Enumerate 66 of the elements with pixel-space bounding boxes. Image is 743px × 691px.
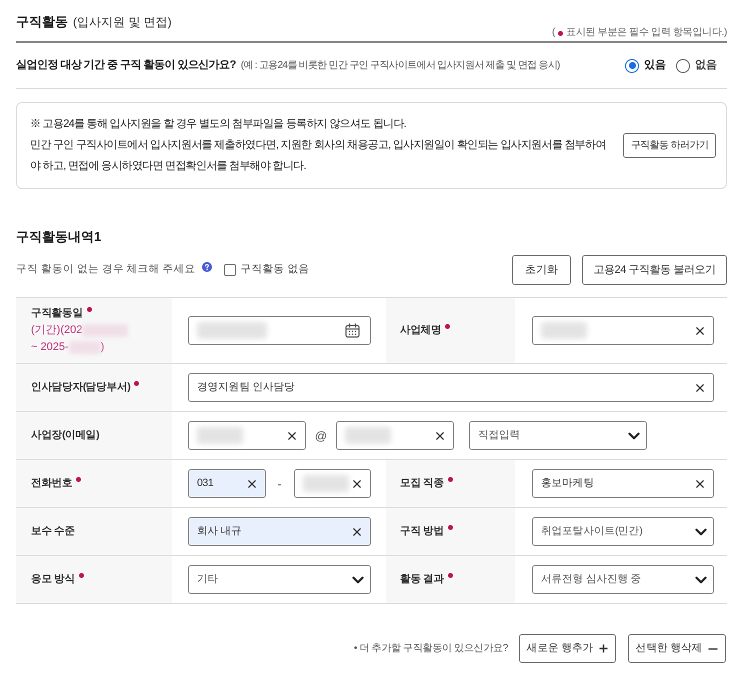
chevron-down-icon [695,528,707,536]
date-field[interactable] [188,316,371,345]
radio-label: 없음 [695,58,717,74]
reset-button[interactable]: 초기화 [512,255,571,285]
help-icon[interactable] [202,262,212,272]
field-label: 모집 직종 [400,476,444,491]
minus-icon [708,648,718,650]
subsection-title: 구직활동내역1 [16,228,102,246]
clear-icon[interactable] [436,432,444,440]
radio-label: 있음 [644,58,666,74]
text-field[interactable]: 회사 내규 [188,517,371,546]
radio-button[interactable] [676,58,690,72]
add-row-button[interactable]: 새로운 행추가 [519,634,616,663]
delete-row-button[interactable]: 선택한 행삭제 [628,634,726,663]
field-label: 사업체명 [400,323,442,338]
period-text: ) [100,340,104,355]
field-label: 활동 결과 [400,572,444,587]
question-text: 실업인정 대상 기간 중 구직 활동이 있으신가요? [16,58,236,74]
calendar-icon[interactable] [345,323,360,338]
notice-text: 민간 구인 구직사이트에서 입사지원서를 제출하였다면, 지원한 회사의 채용공고, 입사지원일이 확인되는 입사지원서를 첨부하여야 하고, 면접에 응시하였다면 면접확인서를 첨부해야 합니다. [30,138,607,174]
period-text: ~ 2025- [31,340,69,355]
clear-icon[interactable] [353,528,361,536]
field-label: 구직 방법 [400,524,444,539]
clear-icon[interactable] [288,432,296,440]
section-title: 구직활동 [16,13,68,31]
section-subtitle: (입사지원 및 면접) [73,14,172,31]
field-label: 사업장(이메일) [31,428,99,443]
field-label: 인사담당자(담당부서) [31,380,130,395]
clear-icon[interactable] [248,480,256,488]
separator-text: @ [314,428,328,444]
chevron-down-icon [628,432,640,440]
text-field[interactable]: 홍보마케팅 [532,469,714,498]
dropdown[interactable]: 취업포탈사이트(민간) [532,517,714,546]
clear-icon[interactable] [696,326,704,334]
field-label: 응모 방식 [31,572,75,587]
text-field[interactable] [336,421,454,450]
clear-icon[interactable] [696,480,704,488]
text-field[interactable] [188,421,306,450]
chevron-down-icon [695,576,707,584]
load-activity-button[interactable]: 고용24 구직활동 불러오기 [582,255,727,285]
dropdown[interactable]: 직접입력 [469,421,647,450]
question-hint: (예 : 고용24를 비롯한 민간 구인 구직사이트에서 입사지원서 제출 및 면접 응시) [240,59,560,74]
dropdown[interactable]: 서류전형 심사진행 중 [532,565,714,594]
field-label: 보수 수준 [31,524,75,539]
text-field[interactable] [294,469,371,498]
plus-icon [599,644,608,653]
text-field[interactable]: 경영지원팀 인사담당 [188,373,714,402]
checkbox[interactable] [224,264,236,276]
prompt-text: • 더 추가할 구직활동이 있으신가요? [354,642,508,656]
go-job-search-button[interactable]: 구직활동 하러가기 [623,133,716,158]
separator-text: - [276,476,282,492]
dropdown[interactable]: 기타 [188,565,371,594]
required-note: 표시된 부분은 필수 입력 항목입니다.) [566,26,727,40]
field-label: 구직활동일 [31,306,83,321]
chevron-down-icon [352,576,364,584]
field-label: 전화번호 [31,476,72,491]
clear-icon[interactable] [353,480,361,488]
opening-parenthesis: ( [552,26,556,40]
hint-text: 구직 활동이 없는 경우 체크해 주세요 [16,262,196,278]
period-text: (기간)(202 [31,323,82,338]
text-field[interactable] [532,316,714,345]
checkbox-label: 구직활동 없음 [240,262,310,278]
text-field[interactable]: 031 [188,469,266,498]
radio-button[interactable] [625,58,639,72]
notice-text: ※ 고용24를 통해 입사지원을 할 경우 별도의 첨부파일을 등록하지 않으셔도 됩니다. [30,117,407,132]
clear-icon[interactable] [696,384,704,392]
